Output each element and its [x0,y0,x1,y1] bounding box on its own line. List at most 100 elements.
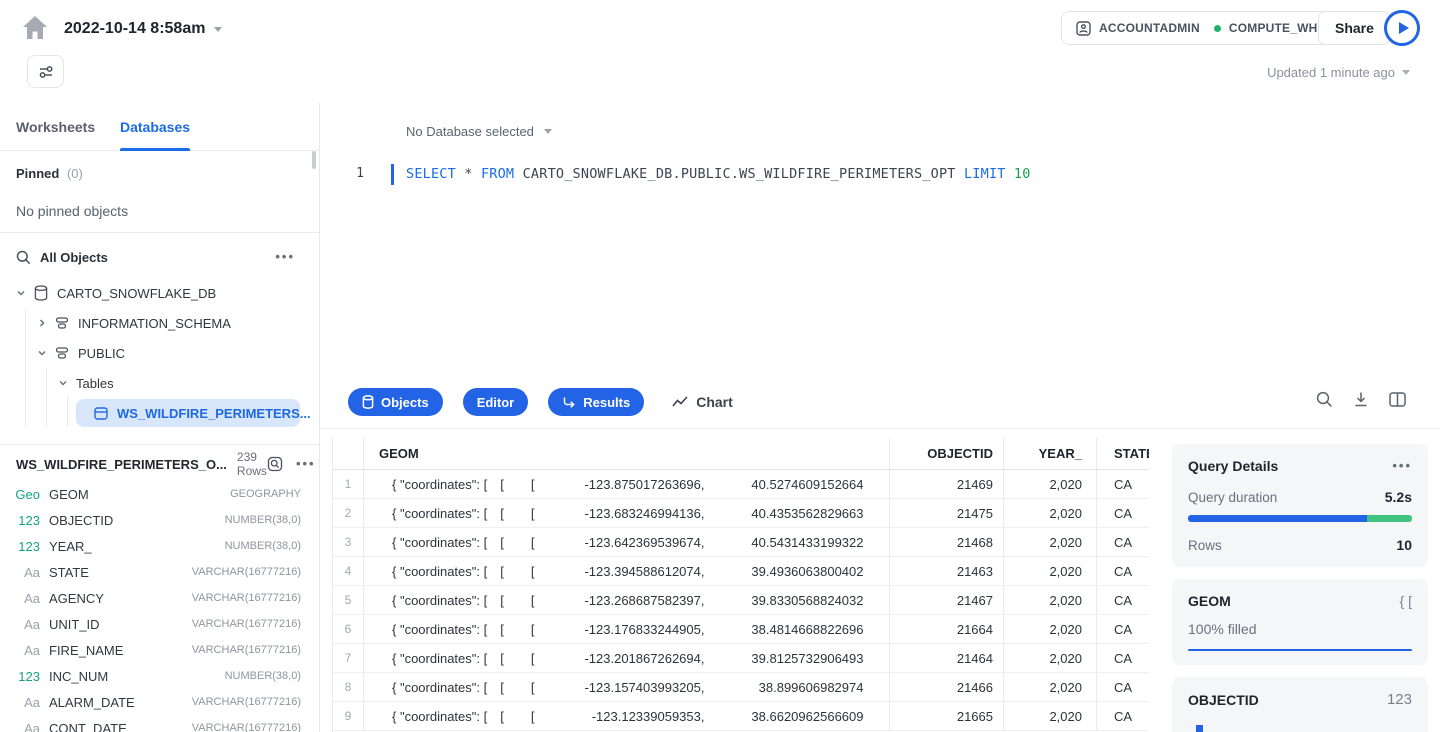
state-cell: CA [1097,499,1149,527]
tree-node-public[interactable]: PUBLIC [0,338,319,368]
tune-icon [38,64,54,80]
year-cell: 2,020 [1004,499,1097,527]
column-list-item[interactable]: Aa AGENCY VARCHAR(16777216) [0,585,319,611]
column-list-item[interactable]: Geo GEOM GEOGRAPHY [0,481,319,507]
worksheet-title-dropdown[interactable]: 2022-10-14 8:58am [64,17,222,41]
column-type-icon: Aa [12,721,40,732]
geom-json-prefix: { "coordinates": [ [392,506,487,521]
geom-longitude: -123.642369539674, [534,535,704,550]
home-icon[interactable] [22,15,48,40]
search-icon[interactable] [16,250,31,265]
geom-latitude: 39.8330568824032 [704,593,863,608]
tree-label: PUBLIC [78,346,125,361]
line-number: 1 [346,166,364,181]
download-icon[interactable] [1353,391,1369,408]
preview-data-icon[interactable] [267,456,283,472]
table-row[interactable]: 2 { "coordinates": [ [ [ -123.6832469941… [333,499,1149,528]
results-button[interactable]: Results [548,388,644,416]
more-icon[interactable]: ••• [275,252,295,262]
all-objects-label: All Objects [40,250,275,265]
geom-cell: { "coordinates": [ [ [ -123.201867262694… [364,644,890,672]
column-list-item[interactable]: 123 YEAR_ NUMBER(38,0) [0,533,319,559]
chart-tab[interactable]: Chart [672,394,733,410]
column-header-objectid[interactable]: OBJECTID [890,438,1004,469]
tree-label: CARTO_SNOWFLAKE_DB [57,286,216,301]
database-icon [362,395,374,409]
filters-button[interactable] [27,55,64,88]
row-number: 3 [333,528,364,556]
tree-guide-line [67,396,68,427]
objectid-cell: 21665 [890,702,1004,730]
column-datatype: VARCHAR(16777216) [192,618,301,630]
year-cell: 2,020 [1004,673,1097,701]
year-cell: 2,020 [1004,528,1097,556]
more-icon[interactable]: ••• [1392,461,1412,471]
table-row[interactable]: 5 { "coordinates": [ [ [ -123.2686875823… [333,586,1149,615]
chevron-down-icon[interactable] [58,378,68,388]
geom-cell: { "coordinates": [ [ [ -123.642369539674… [364,528,890,556]
column-datatype: NUMBER(38,0) [225,670,301,682]
filled-label: 100% filled [1188,621,1412,637]
column-type-icon: Aa [12,695,40,710]
column-header-geom[interactable]: GEOM [364,438,890,469]
table-row[interactable]: 6 { "coordinates": [ [ [ -123.1768332449… [333,615,1149,644]
column-list-item[interactable]: Aa ALARM_DATE VARCHAR(16777216) [0,689,319,715]
table-row[interactable]: 1 { "coordinates": [ [ [ -123.8750172636… [333,470,1149,499]
table-row[interactable]: 3 { "coordinates": [ [ [ -123.6423695396… [333,528,1149,557]
state-cell: CA [1097,470,1149,498]
geom-latitude: 40.5274609152664 [704,477,863,492]
tree-node-selected-table[interactable]: WS_WILDFIRE_PERIMETERS... [76,399,300,427]
play-icon [1399,22,1409,34]
results-table-header: GEOM OBJECTID YEAR_ STATE [333,438,1149,470]
table-row[interactable]: 8 { "coordinates": [ [ [ -123.1574039932… [333,673,1149,702]
sql-editor[interactable]: 1 SELECT * FROM CARTO_SNOWFLAKE_DB.PUBLI… [320,163,1440,187]
column-list-item[interactable]: Aa UNIT_ID VARCHAR(16777216) [0,611,319,637]
geom-json-prefix: { "coordinates": [ [392,622,487,637]
table-row[interactable]: 7 { "coordinates": [ [ [ -123.2018672626… [333,644,1149,673]
chevron-down-icon[interactable] [37,348,47,358]
database-context-dropdown[interactable]: No Database selected [406,124,552,139]
column-list-item[interactable]: Aa CONT_DATE VARCHAR(16777216) [0,715,319,732]
context-selector[interactable]: ACCOUNTADMIN COMPUTE_WH [1061,11,1333,45]
chart-label: Chart [696,394,733,410]
updated-dropdown[interactable]: Updated 1 minute ago [1267,65,1410,80]
editor-button[interactable]: Editor [463,388,529,416]
chevron-down-icon[interactable] [16,288,26,298]
column-header-state[interactable]: STATE [1097,438,1149,469]
row-number: 6 [333,615,364,643]
share-button[interactable]: Share [1318,11,1391,45]
objects-button[interactable]: Objects [348,388,443,416]
tree-node-database[interactable]: CARTO_SNOWFLAKE_DB [0,278,319,308]
state-cell: CA [1097,702,1149,730]
column-list-item[interactable]: Aa FIRE_NAME VARCHAR(16777216) [0,637,319,663]
rows-label: Rows [1188,538,1222,553]
column-header-year[interactable]: YEAR_ [1004,438,1097,469]
tree-label: WS_WILDFIRE_PERIMETERS... [117,406,311,421]
split-view-icon[interactable] [1389,392,1406,407]
geom-latitude: 38.899606982974 [704,680,863,695]
sql-token: LIMIT [964,166,1006,182]
column-list-item[interactable]: 123 INC_NUM NUMBER(38,0) [0,663,319,689]
tree-node-information-schema[interactable]: INFORMATION_SCHEMA [0,308,319,338]
chevron-right-icon[interactable] [37,318,47,328]
column-type-icon: Aa [12,617,40,632]
app-header: 2022-10-14 8:58am ACCOUNTADMIN COMPUTE_W… [0,0,1440,103]
tree-node-tables[interactable]: Tables [0,368,319,398]
editor-label: Editor [477,395,515,410]
card-title: Query Details [1188,458,1278,474]
table-row[interactable]: 9 { "coordinates": [ [ [ -123.1233905935… [333,702,1149,731]
column-list-item[interactable]: 123 OBJECTID NUMBER(38,0) [0,507,319,533]
run-query-button[interactable] [1384,10,1420,46]
search-icon[interactable] [1316,391,1333,408]
tab-databases[interactable]: Databases [120,103,190,151]
tab-worksheets[interactable]: Worksheets [16,103,95,151]
geom-latitude: 40.5431433199322 [704,535,863,550]
sidebar-scrollbar[interactable] [312,151,316,169]
more-icon[interactable]: ••• [296,459,316,469]
column-list-item[interactable]: Aa STATE VARCHAR(16777216) [0,559,319,585]
tree-guide-line [25,308,26,427]
row-number: 1 [333,470,364,498]
table-row[interactable]: 4 { "coordinates": [ [ [ -123.3945886120… [333,557,1149,586]
all-objects-row[interactable]: All Objects ••• [0,241,319,273]
geom-bracket: [ [500,680,504,695]
